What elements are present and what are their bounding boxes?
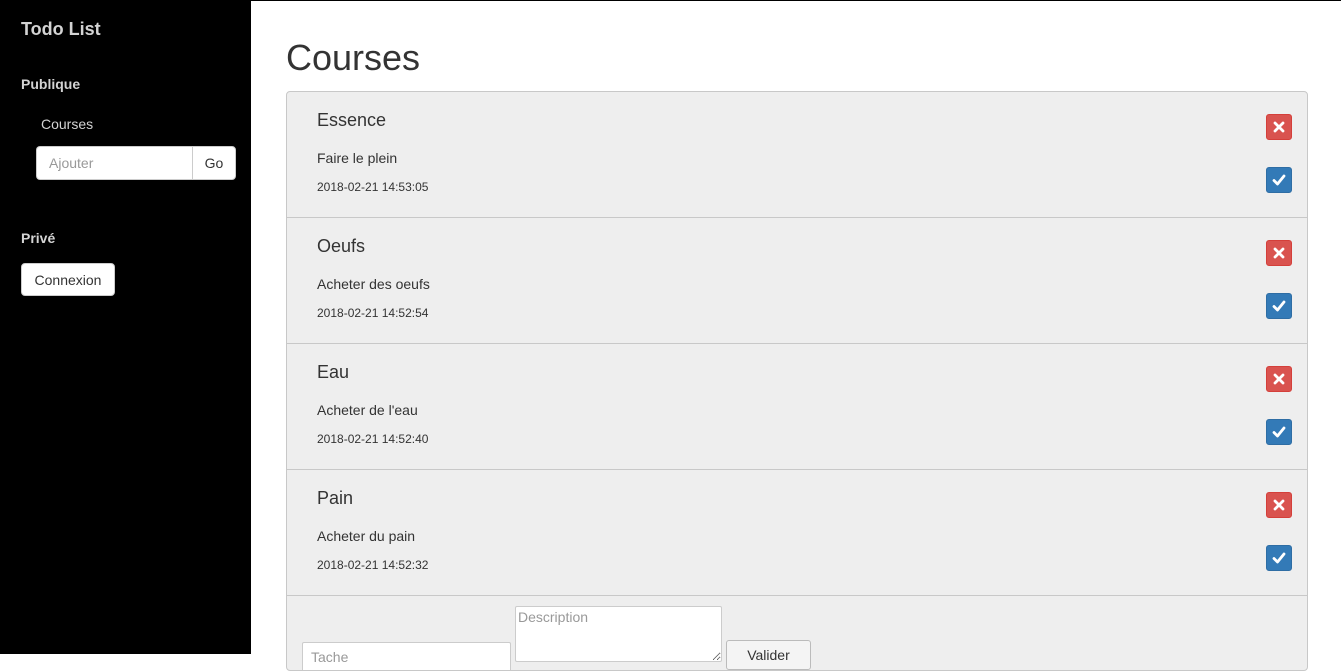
todo-date: 2018-02-21 14:52:40 bbox=[317, 432, 429, 446]
times-icon bbox=[1273, 499, 1285, 511]
submit-button[interactable]: Valider bbox=[726, 640, 811, 670]
todo-title: Pain bbox=[317, 488, 354, 508]
add-task-form: Valider bbox=[287, 596, 1307, 670]
done-button[interactable] bbox=[1266, 545, 1292, 571]
todo-item: Pain Acheter du pain 2018-02-21 14:52:32 bbox=[287, 470, 1307, 596]
sidebar-item-courses[interactable]: Courses bbox=[41, 116, 93, 132]
app-brand[interactable]: Todo List bbox=[21, 19, 101, 40]
sidebar: Todo List Publique Courses Go Privé Conn… bbox=[0, 0, 251, 654]
times-icon bbox=[1273, 247, 1285, 259]
times-icon bbox=[1273, 121, 1285, 133]
todo-date: 2018-02-21 14:52:54 bbox=[317, 306, 429, 320]
todo-item: Eau Acheter de l'eau 2018-02-21 14:52:40 bbox=[287, 344, 1307, 470]
todo-item: Essence Faire le plein 2018-02-21 14:53:… bbox=[287, 92, 1307, 218]
todo-description: Acheter des oeufs bbox=[317, 276, 430, 292]
check-icon bbox=[1272, 174, 1286, 186]
login-button[interactable]: Connexion bbox=[21, 263, 115, 296]
todo-description: Acheter du pain bbox=[317, 528, 416, 544]
task-input[interactable] bbox=[302, 642, 511, 670]
todo-title: Oeufs bbox=[317, 236, 366, 256]
todo-item: Oeufs Acheter des oeufs 2018-02-21 14:52… bbox=[287, 218, 1307, 344]
check-icon bbox=[1272, 426, 1286, 438]
done-button[interactable] bbox=[1266, 419, 1292, 445]
todo-description: Acheter de l'eau bbox=[317, 402, 418, 418]
delete-button[interactable] bbox=[1266, 366, 1292, 392]
add-list-group: Go bbox=[36, 146, 236, 180]
todo-date: 2018-02-21 14:52:32 bbox=[317, 558, 429, 572]
public-section-title: Publique bbox=[21, 76, 81, 92]
delete-button[interactable] bbox=[1266, 240, 1292, 266]
todo-date: 2018-02-21 14:53:05 bbox=[317, 180, 429, 194]
todo-title: Essence bbox=[317, 110, 387, 130]
check-icon bbox=[1272, 552, 1286, 564]
done-button[interactable] bbox=[1266, 293, 1292, 319]
todo-description: Faire le plein bbox=[317, 150, 398, 166]
private-section-title: Privé bbox=[21, 230, 56, 246]
page-title: Courses bbox=[286, 37, 421, 78]
main-content: Courses Essence Faire le plein 2018-02-2… bbox=[251, 1, 1341, 671]
check-icon bbox=[1272, 300, 1286, 312]
done-button[interactable] bbox=[1266, 167, 1292, 193]
delete-button[interactable] bbox=[1266, 114, 1292, 140]
add-list-button[interactable]: Go bbox=[192, 146, 236, 180]
delete-button[interactable] bbox=[1266, 492, 1292, 518]
todo-list: Essence Faire le plein 2018-02-21 14:53:… bbox=[286, 91, 1308, 671]
add-list-input[interactable] bbox=[36, 146, 192, 180]
times-icon bbox=[1273, 373, 1285, 385]
todo-title: Eau bbox=[317, 362, 350, 382]
